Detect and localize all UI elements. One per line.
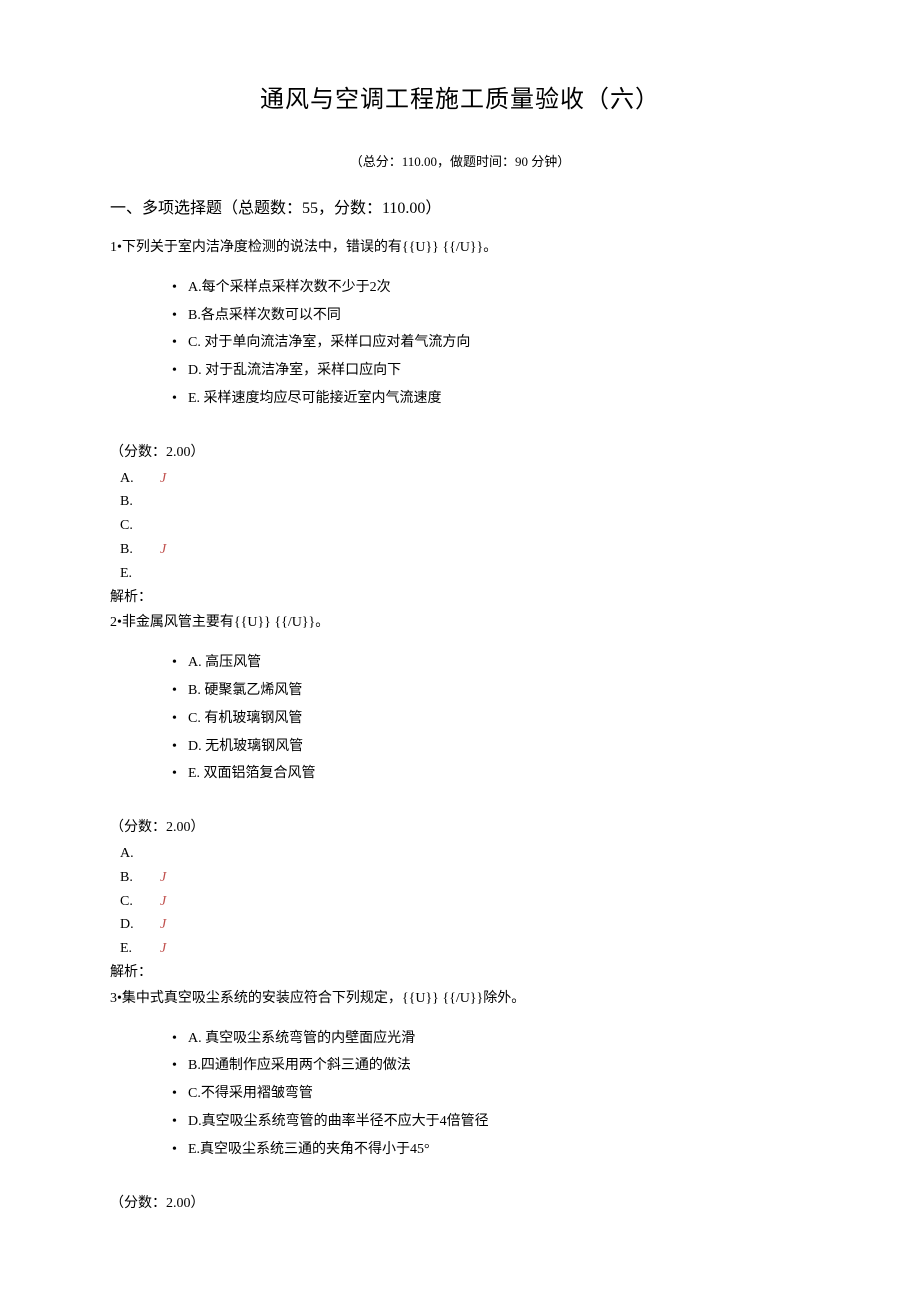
question-stem: 3•集中式真空吸尘系统的安装应符合下列规定，{{U}} {{/U}}除外。	[110, 987, 810, 1011]
answer-line: C.J	[120, 890, 810, 914]
answer-line: A.J	[120, 467, 810, 491]
options-list: A. 高压风管 B. 硬聚氯乙烯风管 C. 有机玻璃钢风管 D. 无机玻璃钢风管 E. …	[110, 651, 810, 786]
score-label: （分数：2.00）	[110, 441, 810, 465]
page-title: 通风与空调工程施工质量验收（六）	[110, 80, 810, 121]
option-item: E.真空吸尘系统三通的夹角不得小于45°	[172, 1138, 810, 1162]
exam-summary: （总分：110.00，做题时间：90 分钟）	[110, 151, 810, 173]
answer-line: A.	[120, 842, 810, 866]
answer-letter: E.	[120, 562, 160, 586]
answer-mark-icon: J	[160, 471, 166, 486]
answer-letter: B.	[120, 490, 160, 514]
answer-mark-icon: J	[160, 941, 166, 956]
answer-letter: C.	[120, 514, 160, 538]
answer-line: E.	[120, 562, 810, 586]
answer-mark-icon: J	[160, 870, 166, 885]
answer-line: B.	[120, 490, 810, 514]
answer-letter: C.	[120, 890, 160, 914]
answer-line: B.J	[120, 538, 810, 562]
answer-letter: A.	[120, 842, 160, 866]
answer-letter: B.	[120, 866, 160, 890]
option-item: D. 对于乱流洁净室，采样口应向下	[172, 359, 810, 383]
answer-line: E.J	[120, 937, 810, 961]
question-stem: 1•下列关于室内洁净度检测的说法中，错误的有{{U}} {{/U}}。	[110, 236, 810, 260]
option-item: D. 无机玻璃钢风管	[172, 735, 810, 759]
answer-letter: A.	[120, 467, 160, 491]
answer-mark-icon: J	[160, 542, 166, 557]
option-item: B.四通制作应采用两个斜三通的做法	[172, 1054, 810, 1078]
analysis-label: 解析：	[110, 586, 810, 610]
score-label: （分数：2.00）	[110, 1192, 810, 1216]
answer-mark-icon: J	[160, 894, 166, 909]
score-label: （分数：2.00）	[110, 816, 810, 840]
options-list: A.每个采样点采样次数不少于2次 B.各点采样次数可以不同 C. 对于单向流洁净室，…	[110, 276, 810, 411]
option-item: B. 硬聚氯乙烯风管	[172, 679, 810, 703]
option-item: C. 有机玻璃钢风管	[172, 707, 810, 731]
questions-container: 1•下列关于室内洁净度检测的说法中，错误的有{{U}} {{/U}}。 A.每个采…	[110, 236, 810, 1215]
option-item: E. 双面铝箔复合风管	[172, 762, 810, 786]
section-heading: 一、多项选择题（总题数：55，分数：110.00）	[110, 195, 810, 222]
answer-letter: B.	[120, 538, 160, 562]
answer-line: C.	[120, 514, 810, 538]
answer-line: B.J	[120, 866, 810, 890]
question-stem: 2•非金属风管主要有{{U}} {{/U}}。	[110, 611, 810, 635]
answer-mark-icon: J	[160, 917, 166, 932]
option-item: C.不得采用褶皱弯管	[172, 1082, 810, 1106]
option-item: D.真空吸尘系统弯管的曲率半径不应大于4倍管径	[172, 1110, 810, 1134]
answer-letter: E.	[120, 937, 160, 961]
option-item: C. 对于单向流洁净室，采样口应对着气流方向	[172, 331, 810, 355]
answer-line: D.J	[120, 913, 810, 937]
option-item: A.每个采样点采样次数不少于2次	[172, 276, 810, 300]
option-item: A. 真空吸尘系统弯管的内壁面应光滑	[172, 1027, 810, 1051]
answer-letter: D.	[120, 913, 160, 937]
analysis-label: 解析：	[110, 961, 810, 985]
option-item: B.各点采样次数可以不同	[172, 304, 810, 328]
option-item: E. 采样速度均应尽可能接近室内气流速度	[172, 387, 810, 411]
option-item: A. 高压风管	[172, 651, 810, 675]
options-list: A. 真空吸尘系统弯管的内壁面应光滑 B.四通制作应采用两个斜三通的做法 C.不得采…	[110, 1027, 810, 1162]
